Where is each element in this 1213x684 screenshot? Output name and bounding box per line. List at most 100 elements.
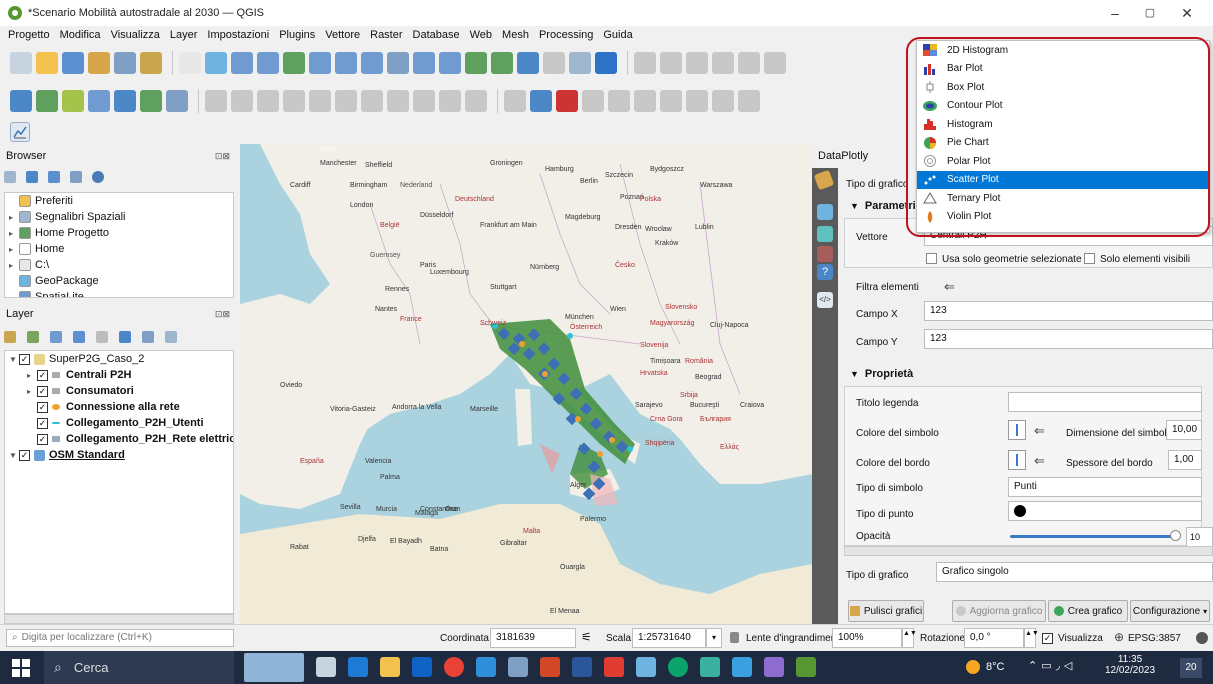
toolbar1-tool-icon[interactable] [36, 52, 58, 74]
plot-preview-icon[interactable] [817, 246, 833, 262]
map-canvas[interactable]: Celtic Manchester Sheffield Birmingham Cardi… [240, 144, 812, 624]
add-group-icon[interactable] [27, 331, 39, 343]
expand-arrow-icon[interactable]: ▸ [9, 245, 19, 254]
opacita-slider-handle[interactable] [1170, 530, 1181, 541]
lock-scale-icon[interactable] [730, 632, 739, 643]
aggiorna-grafico-button[interactable]: Aggiorna grafico [952, 600, 1046, 622]
expand-arrow-icon[interactable]: ▸ [27, 371, 37, 380]
toolbar2-tool-icon[interactable] [205, 90, 227, 112]
render-checkbox[interactable]: ✓ [1042, 633, 1053, 644]
open-styling-icon[interactable] [4, 331, 16, 343]
app-icon-1[interactable] [476, 657, 496, 677]
scale-dropdown-icon[interactable]: ▾ [706, 628, 722, 648]
menu-item[interactable]: Modifica [60, 29, 101, 41]
toolbar1-tool-icon[interactable] [88, 52, 110, 74]
task-view-icon[interactable] [316, 657, 336, 677]
toolbar2-tool-icon[interactable] [309, 90, 331, 112]
toolbar1-tool-icon[interactable] [465, 52, 487, 74]
word-icon[interactable] [572, 657, 592, 677]
toolbar1-tool-icon[interactable] [179, 52, 201, 74]
expand-all-icon[interactable] [119, 331, 131, 343]
toolbar2-tool-icon[interactable] [10, 90, 32, 112]
menu-item[interactable]: Web [470, 29, 492, 41]
proprieta-section[interactable]: ▼ Proprietà [850, 368, 913, 380]
toolbar1-tool-icon[interactable] [595, 52, 617, 74]
rotation-spin-icon[interactable]: ▲▼ [1024, 628, 1039, 648]
toolbar2-tool-icon[interactable] [36, 90, 58, 112]
menu-item[interactable]: Mesh [502, 29, 529, 41]
toolbar1-tool-icon[interactable] [231, 52, 253, 74]
toolbar1-tool-icon[interactable] [62, 52, 84, 74]
toolbar2-tool-icon[interactable] [361, 90, 383, 112]
filter-legend-icon[interactable] [73, 331, 85, 343]
tipo-punto-select[interactable] [1008, 501, 1202, 521]
tray-icons[interactable]: ⌃▭◞◁ [1028, 659, 1076, 672]
toggle-extents-icon[interactable]: ⚟ [581, 630, 592, 644]
qgis-taskbar-icon[interactable] [796, 657, 816, 677]
layer-row[interactable]: ▸ ✓ Centrali P2H [5, 367, 233, 383]
toolbar2-tool-icon[interactable] [413, 90, 435, 112]
plot-layout-icon[interactable] [817, 226, 833, 242]
rotation-field[interactable]: 0,0 ° [964, 628, 1024, 648]
app-icon-5[interactable] [732, 657, 752, 677]
scale-field[interactable]: 1:25731640 [632, 628, 706, 648]
toolbar2-tool-icon[interactable] [530, 90, 552, 112]
app-icon-3[interactable] [636, 657, 656, 677]
layer-visibility-checkbox[interactable]: ✓ [37, 401, 48, 413]
minimize-button[interactable]: – [1100, 3, 1130, 23]
toolbar2-tool-icon[interactable] [608, 90, 630, 112]
browser-item[interactable]: ▸ Segnalibri Spaziali [5, 209, 233, 225]
crs-label[interactable]: EPSG:3857 [1128, 633, 1181, 644]
expression-icon[interactable]: ⇐ [944, 279, 955, 295]
add-selected-icon[interactable] [4, 171, 16, 183]
acrobat-icon[interactable] [604, 657, 624, 677]
powerpoint-icon[interactable] [540, 657, 560, 677]
notifications-badge[interactable]: 20 [1180, 658, 1202, 678]
collapse-all-icon[interactable] [142, 331, 154, 343]
expression-icon[interactable]: ⇐ [1034, 453, 1045, 469]
layer-row-basemap[interactable]: ▼ ✓ OSM Standard [5, 447, 233, 463]
menu-item[interactable]: Guida [603, 29, 632, 41]
help-icon[interactable]: ? [817, 264, 833, 280]
toolbar1-tool-icon[interactable] [543, 52, 565, 74]
toolbar1-tool-icon[interactable] [439, 52, 461, 74]
browser-item[interactable]: ▸ C:\ [5, 257, 233, 273]
toolbar1-tool-icon[interactable] [387, 52, 409, 74]
toolbar2-tool-icon[interactable] [660, 90, 682, 112]
layer-visibility-checkbox[interactable]: ✓ [19, 353, 30, 365]
toolbar2-tool-icon[interactable] [504, 90, 526, 112]
toolbar1-tool-icon[interactable] [10, 52, 32, 74]
app-icon-6[interactable] [764, 657, 784, 677]
opacita-field[interactable]: 10 [1186, 527, 1213, 547]
toolbar2-tool-icon[interactable] [712, 90, 734, 112]
titolo-legenda-field[interactable] [1008, 392, 1202, 412]
toolbar1-tool-icon[interactable] [764, 52, 786, 74]
menu-item[interactable]: Processing [539, 29, 593, 41]
refresh-icon[interactable] [26, 171, 38, 183]
tipo-simbolo-select[interactable]: Punti [1008, 477, 1202, 497]
layer-visibility-checkbox[interactable]: ✓ [37, 417, 48, 429]
plot-settings-icon[interactable] [817, 204, 833, 220]
toolbar2-tool-icon[interactable] [335, 90, 357, 112]
layer-row[interactable]: ✓ Collegamento_P2H_Rete elettrica [5, 431, 233, 447]
pulisci-grafici-button[interactable]: Pulisci grafici [848, 600, 924, 622]
messages-icon[interactable] [1196, 632, 1208, 644]
menu-item[interactable]: Plugins [279, 29, 315, 41]
toolbar2-tool-icon[interactable] [582, 90, 604, 112]
browser-item[interactable]: Preferiti [5, 193, 233, 209]
magnifier-field[interactable]: 100% [832, 628, 902, 648]
close-button[interactable]: ✕ [1172, 3, 1202, 23]
toolbar2-tool-icon[interactable] [387, 90, 409, 112]
configurazione-button[interactable]: Configurazione ▾ [1130, 600, 1210, 622]
layer-visibility-checkbox[interactable]: ✓ [37, 433, 48, 445]
toolbar2-tool-icon[interactable] [166, 90, 188, 112]
toolbar2-tool-icon[interactable] [257, 90, 279, 112]
locator-input[interactable]: ⌕ Digita per localizzare (Ctrl+K) [6, 629, 234, 647]
toolbar1-tool-icon[interactable] [738, 52, 760, 74]
layer-row[interactable]: ✓ Connessione alla rete [5, 399, 233, 415]
layer-row[interactable]: ✓ Collegamento_P2H_Utenti [5, 415, 233, 431]
maximize-button[interactable]: ▢ [1135, 3, 1165, 23]
toolbar1-tool-icon[interactable] [257, 52, 279, 74]
toolbar1-tool-icon[interactable] [712, 52, 734, 74]
toolbar2-tool-icon[interactable] [556, 90, 578, 112]
